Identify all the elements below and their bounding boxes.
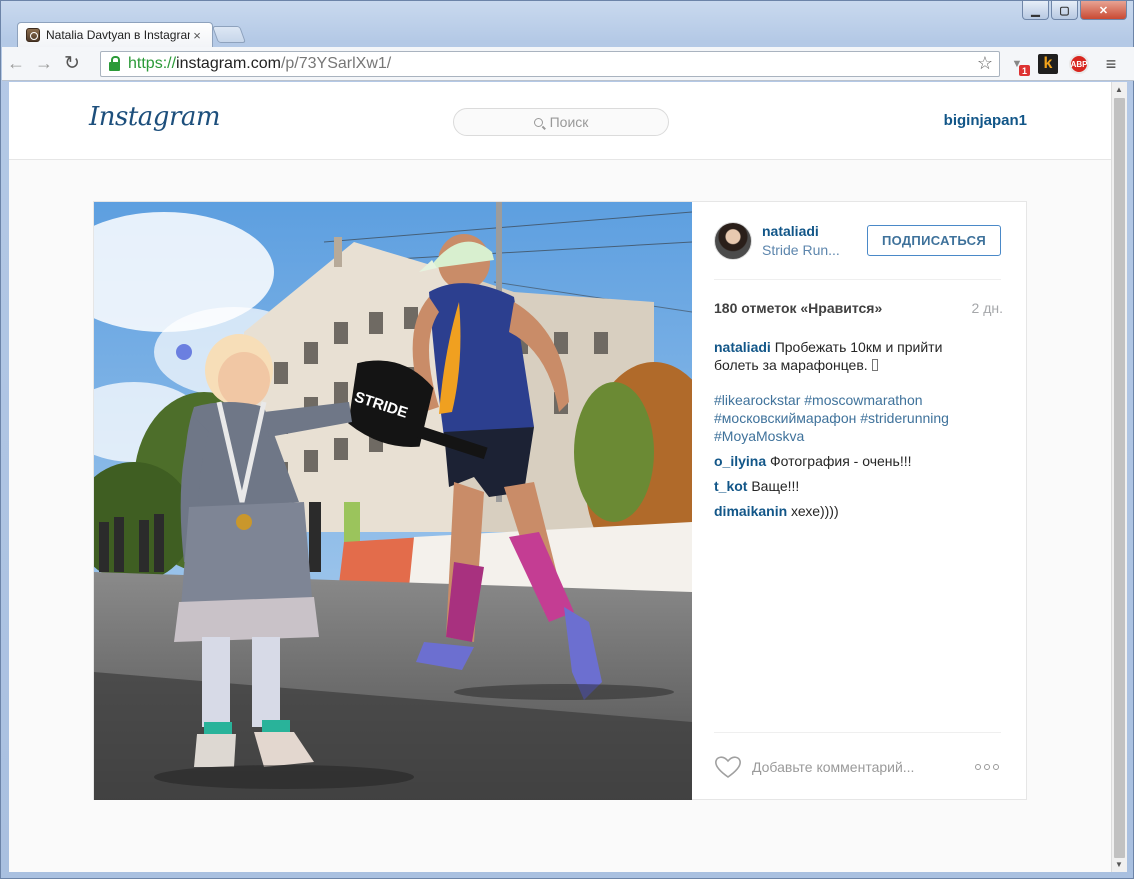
comment-user[interactable]: dimaikanin	[714, 503, 787, 519]
menu-icon[interactable]: ≡	[1101, 54, 1121, 74]
comment-text: Фотография - очень!!!	[770, 453, 912, 469]
actions-divider	[714, 732, 1001, 733]
search-icon	[533, 117, 543, 127]
new-tab-button[interactable]	[211, 26, 247, 43]
comment-text: хехе))))	[791, 503, 839, 519]
browser-window: Natalia Davtyan в Instagram × ▁ ▢ ✕ ← → …	[0, 0, 1134, 879]
hashtag[interactable]: #moscowmarathon	[804, 392, 922, 408]
close-window-button[interactable]: ✕	[1080, 1, 1127, 20]
add-comment-input[interactable]: Добавьте комментарий...	[752, 759, 975, 775]
heart-icon[interactable]	[714, 755, 742, 779]
follow-button[interactable]: ПОДПИСАТЬСЯ	[867, 225, 1001, 256]
url-scheme: https://	[128, 55, 177, 72]
comment-item: o_ilyina Фотография - очень!!!	[714, 452, 984, 470]
tab-instagram-post[interactable]: Natalia Davtyan в Instagram ×	[17, 22, 213, 47]
address-bar[interactable]: https://instagram.com/p/73YSarlXw1/ ☆	[100, 51, 1000, 77]
url-host: instagram.com	[176, 55, 281, 72]
comment-user[interactable]: t_kot	[714, 478, 747, 494]
post-card: STRIDE nataliadi Stride Run... ПОДПИСАТЬ…	[93, 201, 1027, 800]
extension-badge: 1	[1019, 65, 1030, 76]
caption-user[interactable]: nataliadi	[714, 339, 771, 355]
post-location[interactable]: Stride Run...	[762, 242, 840, 258]
more-options-icon[interactable]	[975, 764, 999, 770]
scroll-down-icon[interactable]: ▼	[1115, 860, 1123, 869]
adblock-extension-icon[interactable]: ABP	[1069, 54, 1089, 74]
hashtag[interactable]: #московскиймарафон	[714, 410, 856, 426]
comments-list: nataliadi Пробежать 10км и прийти болеть…	[714, 338, 984, 527]
browser-toolbar: ← → ↻ https://instagram.com/p/73YSarlXw1…	[2, 47, 1134, 81]
search-placeholder: Поиск	[549, 114, 589, 130]
header-divider	[714, 279, 1001, 280]
caption: nataliadi Пробежать 10км и прийти болеть…	[714, 338, 984, 374]
instagram-logo[interactable]: Instagram	[89, 102, 221, 132]
comment-item: dimaikanin хехе))))	[714, 502, 984, 520]
author-username[interactable]: nataliadi	[762, 223, 819, 239]
star-icon[interactable]: ☆	[977, 53, 993, 74]
scroll-up-icon[interactable]: ▲	[1115, 85, 1123, 94]
shield-extension-icon[interactable]: ▼ 1	[1007, 54, 1030, 76]
instagram-header: Instagram Поиск biginjapan1	[9, 82, 1111, 160]
kippt-extension-icon[interactable]: k	[1038, 54, 1058, 74]
post-actions: Добавьте комментарий...	[714, 752, 1001, 782]
post-photo[interactable]: STRIDE	[94, 202, 692, 800]
likes-count[interactable]: 180 отметок «Нравится»	[714, 300, 882, 316]
tab-title: Natalia Davtyan в Instagram	[46, 28, 190, 42]
window-controls: ▁ ▢ ✕	[1022, 1, 1127, 20]
instagram-favicon-icon	[26, 28, 40, 42]
scrollbar-thumb[interactable]	[1114, 98, 1125, 858]
post-time[interactable]: 2 дн.	[972, 300, 1003, 316]
minimize-button[interactable]: ▁	[1022, 1, 1049, 20]
reload-icon[interactable]: ↻	[58, 50, 86, 78]
lock-icon	[109, 56, 120, 71]
comment-item: t_kot Ваще!!!	[714, 477, 984, 495]
hashtag[interactable]: #MoyaMoskva	[714, 428, 804, 444]
post-side-panel: nataliadi Stride Run... ПОДПИСАТЬСЯ 180 …	[692, 202, 1027, 800]
tab-close-icon[interactable]: ×	[190, 28, 204, 43]
author-avatar[interactable]	[714, 222, 752, 260]
maximize-button[interactable]: ▢	[1051, 1, 1078, 20]
vertical-scrollbar[interactable]: ▲ ▼	[1111, 82, 1127, 872]
tab-strip: Natalia Davtyan в Instagram × ▁ ▢ ✕	[1, 1, 1133, 47]
hashtag[interactable]: #striderunning	[860, 410, 949, 426]
forward-arrow-icon[interactable]: →	[30, 50, 58, 78]
search-input[interactable]: Поиск	[453, 108, 669, 136]
hashtags: #likearockstar #moscowmarathon #московск…	[714, 391, 984, 445]
current-user-link[interactable]: biginjapan1	[944, 112, 1027, 129]
comment-user[interactable]: o_ilyina	[714, 453, 766, 469]
hashtag[interactable]: #likearockstar	[714, 392, 800, 408]
missing-glyph-box	[871, 359, 878, 371]
comment-text: Ваще!!!	[751, 478, 800, 494]
back-arrow-icon[interactable]: ←	[2, 50, 30, 78]
page-viewport: Instagram Поиск biginjapan1 STRIDE natal…	[9, 82, 1111, 872]
url-path: /p/73YSarlXw1/	[280, 55, 392, 72]
